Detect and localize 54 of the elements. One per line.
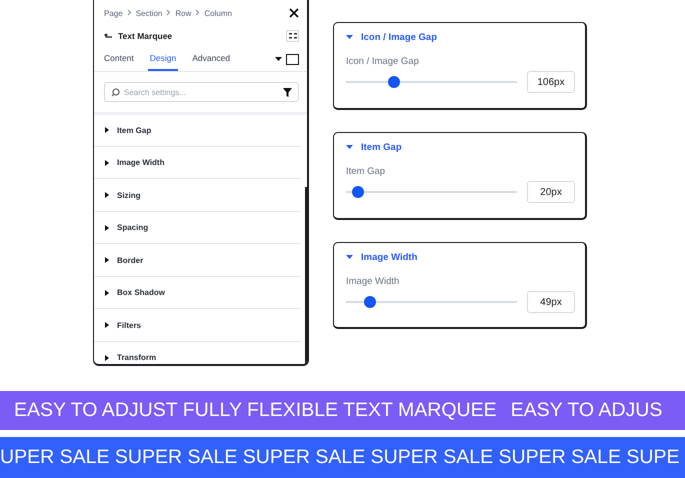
value-field[interactable]: 106px [527,71,575,93]
caret-icon [105,354,109,361]
section-header[interactable]: Image Width [346,252,575,263]
section-header[interactable]: Border [94,245,301,276]
caret-icon [105,290,109,296]
slider-thumb[interactable] [388,76,400,88]
section-header[interactable]: Item Gap [346,142,575,153]
tab[interactable]: Design [148,53,178,71]
filter-icon[interactable] [283,88,292,96]
close-icon[interactable] [289,8,299,18]
caret-icon [105,322,109,328]
section-header[interactable]: Item Gap [94,115,301,146]
marquee-text: EASY TO ADJUST FULLY FLEXIBLE TEXT MARQUEE [14,399,497,422]
section-header[interactable]: Image Width [94,148,301,179]
chevron-icon [126,8,132,18]
marquee-text: UPER SALE SUPER SALE SUPER SALE SUPER SALE SUPER SALE SUPE [0,446,680,469]
caret-icon [346,145,353,150]
tab[interactable]: Content [104,53,134,71]
section-header[interactable]: Icon / Image Gap [346,32,575,43]
caret-icon [105,224,109,231]
scrollbar-thumb[interactable] [305,187,307,364]
back-icon[interactable] [104,32,112,40]
field-label: Item Gap [346,166,386,177]
layout-icon[interactable] [286,30,299,42]
slider-thumb[interactable] [364,296,376,308]
caret-icon [105,127,109,134]
tab[interactable]: Advanced [192,53,230,71]
field-label: Icon / Image Gap [346,56,420,67]
caret-icon [346,35,353,40]
chevron-icon [195,8,200,18]
search-icon [111,88,120,96]
slider-thumb[interactable] [352,186,364,198]
caret-icon [346,255,353,260]
desktop-icon[interactable] [286,54,299,65]
breadcrumb-link[interactable]: Column [204,8,232,18]
panel-title: Text Marquee [118,31,172,41]
value-field[interactable]: 20px [527,181,575,203]
chevron-icon [166,8,172,18]
breadcrumb-link[interactable]: Page [104,8,123,18]
breadcrumb-link[interactable]: Row [175,8,192,18]
value-field[interactable]: 49px [527,291,575,313]
section-header[interactable]: Transform [94,342,301,364]
search-bar[interactable]: Search settings... [104,82,299,102]
section-header[interactable]: Spacing [94,212,301,244]
caret-icon [105,160,109,166]
section-header[interactable]: Box Shadow [94,278,301,309]
marquee-text: EASY TO ADJUS [510,399,662,422]
caret-icon [105,192,109,198]
section-header[interactable]: Sizing [94,180,301,212]
section-header[interactable]: Filters [94,310,301,342]
caret-icon [105,257,109,264]
field-label: Image Width [346,276,400,287]
caret-icon[interactable] [275,57,282,62]
breadcrumb-link[interactable]: Section [136,8,162,18]
